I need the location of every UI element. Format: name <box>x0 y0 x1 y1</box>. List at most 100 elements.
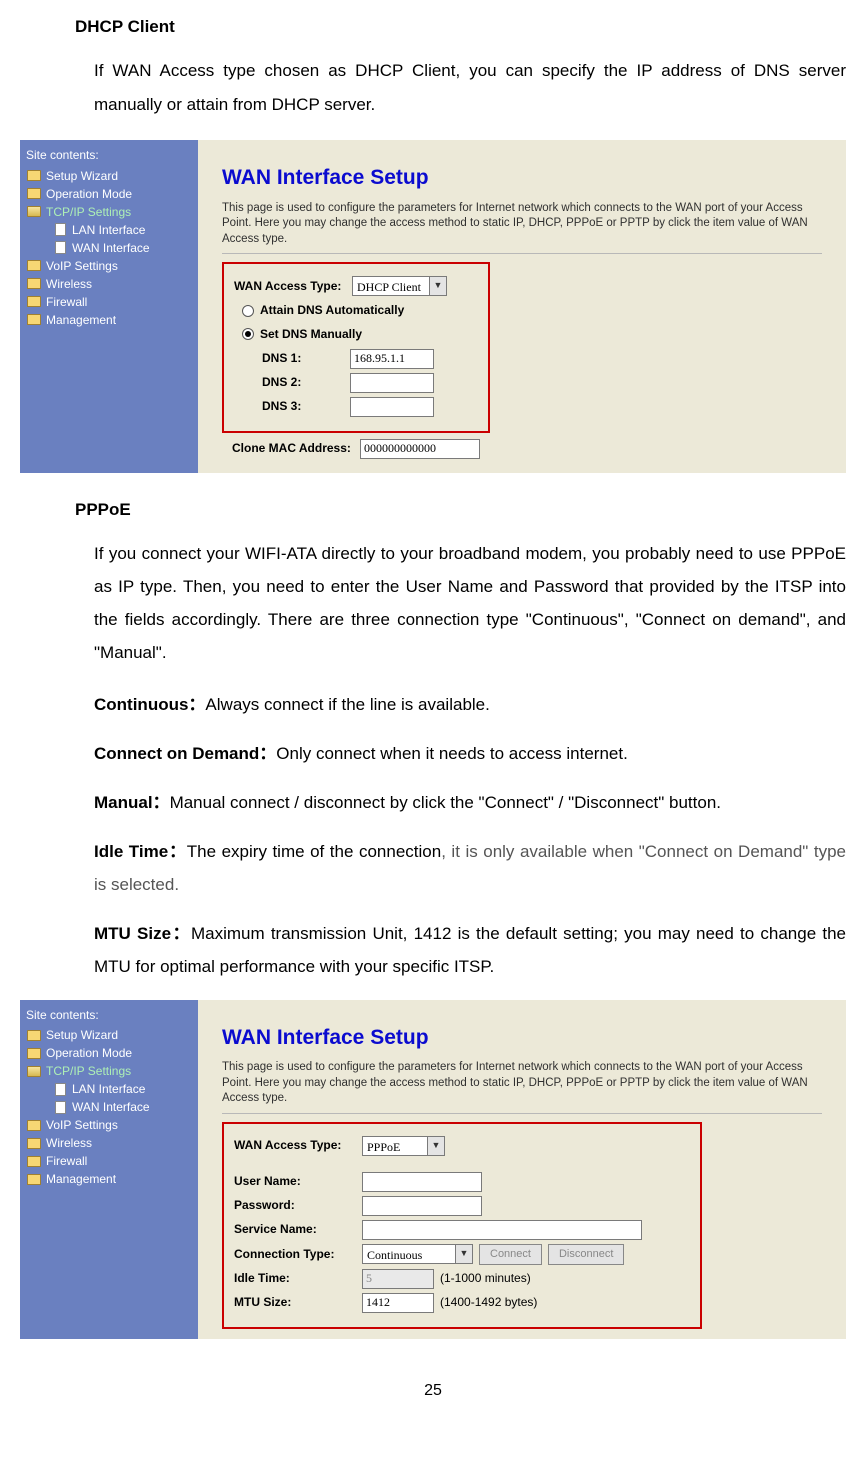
chevron-down-icon[interactable]: ▼ <box>427 1137 444 1155</box>
radio-icon[interactable] <box>242 328 254 340</box>
mtu-size-hint: (1400-1492 bytes) <box>440 1293 537 1312</box>
document-icon <box>52 241 68 255</box>
wan-access-type-value: DHCP Client <box>353 277 429 295</box>
folder-icon <box>26 1046 42 1060</box>
sidebar: Site contents: Setup WizardOperation Mod… <box>20 140 198 472</box>
wan-access-type-select[interactable]: PPPoE ▼ <box>362 1136 445 1156</box>
sidebar: Site contents: Setup WizardOperation Mod… <box>20 1000 198 1339</box>
wan-access-type-label: WAN Access Type: <box>234 277 352 296</box>
folder-icon <box>26 313 42 327</box>
connection-type-select[interactable]: Continuous ▼ <box>362 1244 473 1264</box>
sidebar-item[interactable]: Management <box>22 1170 192 1188</box>
divider <box>222 1113 822 1114</box>
sidebar-item[interactable]: VoIP Settings <box>22 257 192 275</box>
def-mtu-size: MTU Size：Maximum transmission Unit, 1412… <box>94 917 846 983</box>
sidebar-item[interactable]: Operation Mode <box>22 1044 192 1062</box>
radio-set-dns[interactable]: Set DNS Manually <box>242 325 478 344</box>
form-highlight-box: WAN Access Type: DHCP Client ▼ Attain DN… <box>222 262 490 432</box>
sidebar-item-label: Management <box>46 1170 116 1189</box>
connect-button[interactable]: Connect <box>479 1244 542 1265</box>
sidebar-item-label: VoIP Settings <box>46 1116 118 1135</box>
sidebar-item[interactable]: Setup Wizard <box>22 1026 192 1044</box>
pane-description: This page is used to configure the param… <box>222 201 822 248</box>
sidebar-item-label: Wireless <box>46 275 92 294</box>
sidebar-item[interactable]: Setup Wizard <box>22 167 192 185</box>
user-name-input[interactable] <box>362 1172 482 1192</box>
dns2-input[interactable] <box>350 373 434 393</box>
sidebar-item-label: Management <box>46 311 116 330</box>
sidebar-item[interactable]: WAN Interface <box>22 1098 192 1116</box>
connection-type-label: Connection Type: <box>234 1245 362 1264</box>
sidebar-item-label: Firewall <box>46 293 87 312</box>
clone-mac-input[interactable] <box>360 439 480 459</box>
chevron-down-icon[interactable]: ▼ <box>455 1245 472 1263</box>
sidebar-item[interactable]: WAN Interface <box>22 239 192 257</box>
heading-pppoe: PPPoE <box>75 497 846 523</box>
heading-dhcp-client: DHCP Client <box>75 14 846 40</box>
sidebar-item-label: Wireless <box>46 1134 92 1153</box>
wan-access-type-label: WAN Access Type: <box>234 1136 362 1155</box>
chevron-down-icon[interactable]: ▼ <box>429 277 446 295</box>
sidebar-item[interactable]: LAN Interface <box>22 221 192 239</box>
password-label: Password: <box>234 1196 362 1215</box>
folder-icon <box>26 169 42 183</box>
dns1-input[interactable] <box>350 349 434 369</box>
folder-icon <box>26 1136 42 1150</box>
sidebar-item-label: Setup Wizard <box>46 1026 118 1045</box>
paragraph-pppoe: If you connect your WIFI-ATA directly to… <box>94 537 846 670</box>
clone-mac-label: Clone MAC Address: <box>232 439 360 458</box>
folder-open-icon <box>26 205 42 219</box>
connection-type-value: Continuous <box>363 1245 455 1263</box>
form-highlight-box: WAN Access Type: PPPoE ▼ User Name: Pass… <box>222 1122 702 1329</box>
sidebar-item-label: Setup Wizard <box>46 167 118 186</box>
sidebar-item-label: Firewall <box>46 1152 87 1171</box>
page-number: 25 <box>20 1379 846 1404</box>
wan-access-type-select[interactable]: DHCP Client ▼ <box>352 276 447 296</box>
sidebar-item[interactable]: LAN Interface <box>22 1080 192 1098</box>
divider <box>222 253 822 254</box>
pane-title: WAN Interface Setup <box>222 1022 822 1055</box>
document-icon <box>52 1082 68 1096</box>
mtu-size-input[interactable] <box>362 1293 434 1313</box>
password-input[interactable] <box>362 1196 482 1216</box>
radio-set-dns-label: Set DNS Manually <box>260 325 362 344</box>
sidebar-title: Site contents: <box>26 1006 192 1025</box>
sidebar-item[interactable]: Operation Mode <box>22 185 192 203</box>
sidebar-item-label: Operation Mode <box>46 185 132 204</box>
sidebar-item[interactable]: Firewall <box>22 1152 192 1170</box>
radio-attain-dns[interactable]: Attain DNS Automatically <box>242 301 478 320</box>
radio-icon[interactable] <box>242 305 254 317</box>
sidebar-item-label: LAN Interface <box>72 221 145 240</box>
sidebar-item-label: Operation Mode <box>46 1044 132 1063</box>
user-name-label: User Name: <box>234 1172 362 1191</box>
dns1-label: DNS 1: <box>262 349 350 368</box>
folder-open-icon <box>26 1064 42 1078</box>
sidebar-item-label: VoIP Settings <box>46 257 118 276</box>
sidebar-item[interactable]: VoIP Settings <box>22 1116 192 1134</box>
def-continuous: Continuous：Always connect if the line is… <box>94 688 846 721</box>
folder-icon <box>26 277 42 291</box>
sidebar-item[interactable]: TCP/IP Settings <box>22 1062 192 1080</box>
pane-description: This page is used to configure the param… <box>222 1060 822 1107</box>
disconnect-button[interactable]: Disconnect <box>548 1244 624 1265</box>
folder-icon <box>26 1154 42 1168</box>
dns3-label: DNS 3: <box>262 397 350 416</box>
idle-time-label: Idle Time: <box>234 1269 362 1288</box>
service-name-input[interactable] <box>362 1220 642 1240</box>
def-connect-on-demand: Connect on Demand：Only connect when it n… <box>94 737 846 770</box>
service-name-label: Service Name: <box>234 1220 362 1239</box>
screenshot-pppoe: Site contents: Setup WizardOperation Mod… <box>20 1000 846 1339</box>
sidebar-item[interactable]: Wireless <box>22 1134 192 1152</box>
sidebar-item[interactable]: TCP/IP Settings <box>22 203 192 221</box>
paragraph-dhcp-client: If WAN Access type chosen as DHCP Client… <box>94 54 846 122</box>
folder-icon <box>26 1028 42 1042</box>
document-icon <box>52 223 68 237</box>
folder-icon <box>26 295 42 309</box>
dns2-label: DNS 2: <box>262 373 350 392</box>
sidebar-item[interactable]: Management <box>22 311 192 329</box>
sidebar-item[interactable]: Wireless <box>22 275 192 293</box>
wan-access-type-value: PPPoE <box>363 1137 427 1155</box>
dns3-input[interactable] <box>350 397 434 417</box>
content-pane: WAN Interface Setup This page is used to… <box>198 140 846 472</box>
sidebar-item[interactable]: Firewall <box>22 293 192 311</box>
